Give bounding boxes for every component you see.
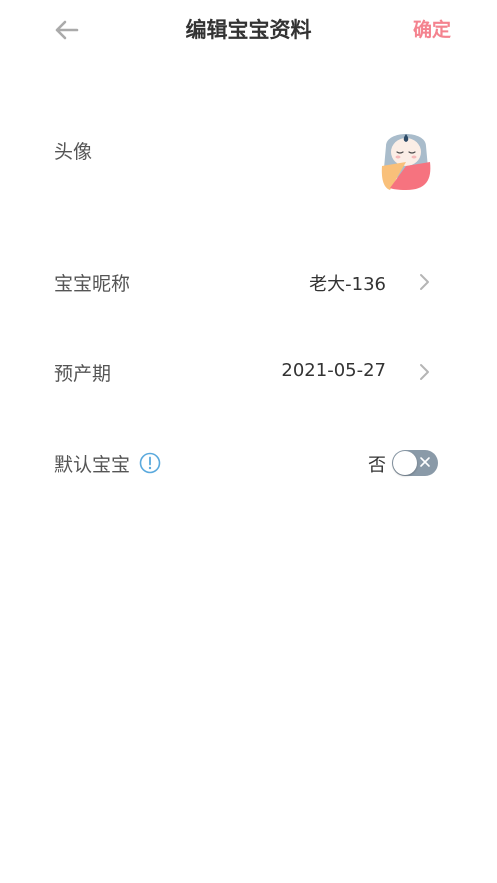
edit-baby-profile-screen: 编辑宝宝资料 确定 头像 宝宝昵称 老大-136 预产期 2021-05-27 …: [0, 0, 497, 883]
arrow-left-icon: [55, 20, 79, 40]
nickname-value: 老大-136: [309, 274, 386, 295]
due-date-row[interactable]: 预产期 2021-05-27: [0, 352, 497, 392]
toggle-knob: [393, 451, 417, 475]
default-baby-toggle[interactable]: [392, 450, 438, 476]
chevron-right-icon: [420, 364, 429, 380]
back-button[interactable]: [48, 12, 84, 48]
nickname-label: 宝宝昵称: [54, 273, 131, 295]
header-bar: 编辑宝宝资料 确定: [0, 0, 497, 60]
due-date-label: 预产期: [54, 363, 112, 385]
confirm-button[interactable]: 确定: [413, 0, 451, 60]
default-toggle-text: 否: [368, 455, 386, 476]
baby-swaddle-icon[interactable]: [376, 122, 436, 192]
nickname-row[interactable]: 宝宝昵称 老大-136: [0, 262, 497, 302]
info-circle-icon[interactable]: [139, 452, 161, 474]
chevron-right-icon: [420, 274, 429, 290]
close-icon: [420, 457, 430, 467]
avatar-label: 头像: [54, 141, 93, 163]
default-baby-label: 默认宝宝: [54, 454, 131, 476]
due-date-value: 2021-05-27: [281, 360, 386, 381]
